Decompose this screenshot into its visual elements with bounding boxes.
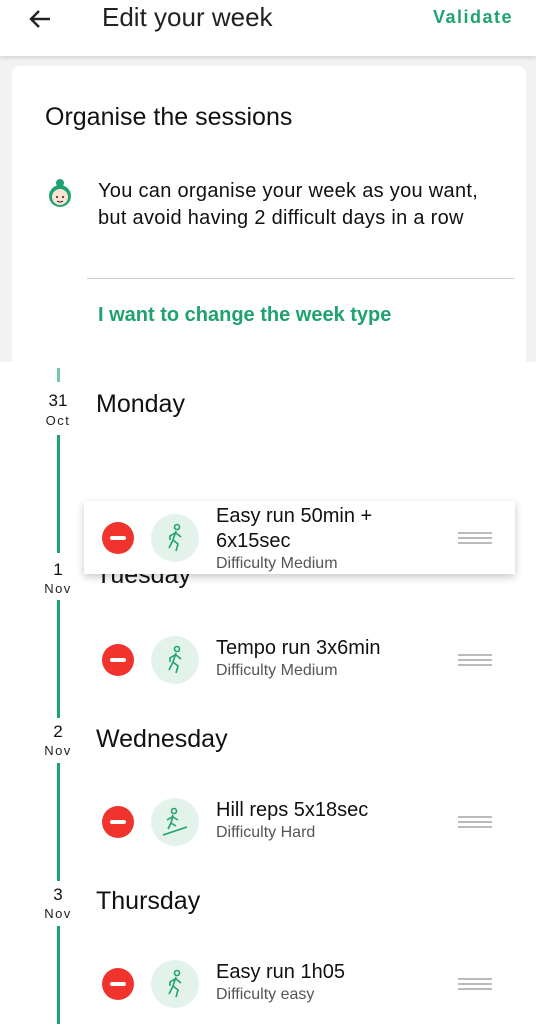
session-difficulty: Difficulty Hard <box>216 824 316 841</box>
session-title: Easy run 1h05 <box>216 961 345 983</box>
runner-icon <box>151 960 199 1008</box>
day-heading: Thursday <box>96 887 201 915</box>
date-month: Nov <box>44 906 72 921</box>
app-header: Edit your week Validate <box>0 0 536 56</box>
date-month: Nov <box>44 581 72 596</box>
timeline-line <box>57 600 60 718</box>
date-day: 1 <box>53 560 63 579</box>
hill-runner-icon <box>151 798 199 846</box>
drag-handle-icon[interactable] <box>458 532 492 544</box>
page-title: Edit your week <box>102 2 273 32</box>
drag-handle-icon[interactable] <box>458 978 492 990</box>
remove-session-button[interactable] <box>102 968 134 1000</box>
intro-title: Organise the sessions <box>45 103 293 131</box>
session-difficulty: Difficulty Medium <box>216 555 338 572</box>
drag-handle-icon[interactable] <box>458 816 492 828</box>
intro-message: You can organise your week as you want, … <box>98 180 479 229</box>
session-title: Hill reps 5x18sec <box>216 799 369 821</box>
timeline-line <box>57 926 60 1024</box>
date-month: Oct <box>45 413 71 428</box>
divider <box>87 278 514 279</box>
validate-button[interactable]: Validate <box>433 7 513 28</box>
date-month: Nov <box>44 743 72 758</box>
session-title: Tempo run 3x6min <box>216 637 381 659</box>
intro-card: Organise the sessions You can organise y… <box>12 66 526 366</box>
coach-avatar-icon <box>44 176 76 217</box>
runner-icon <box>151 636 199 684</box>
session-difficulty: Difficulty Medium <box>216 662 338 679</box>
day-heading: Wednesday <box>96 725 228 753</box>
timeline-line <box>57 435 60 553</box>
runner-icon <box>151 514 199 562</box>
day-heading: Monday <box>96 390 185 418</box>
session-difficulty: Difficulty easy <box>216 986 315 1003</box>
remove-session-button[interactable] <box>102 522 134 554</box>
date-day: 2 <box>53 722 63 741</box>
back-button[interactable] <box>26 4 56 34</box>
change-week-type-link[interactable]: I want to change the week type <box>98 304 391 327</box>
remove-session-button[interactable] <box>102 644 134 676</box>
timeline-line <box>57 763 60 881</box>
arrow-left-icon <box>29 10 50 28</box>
drag-handle-icon[interactable] <box>458 654 492 666</box>
session-card-dragging[interactable]: Easy run 50min + 6x15sec Difficulty Medi… <box>84 501 515 574</box>
session-title: Easy run 50min + 6x15sec <box>216 505 373 552</box>
date-day: 31 <box>48 391 68 410</box>
date-day: 3 <box>53 885 63 904</box>
timeline-line <box>57 368 60 382</box>
remove-session-button[interactable] <box>102 806 134 838</box>
